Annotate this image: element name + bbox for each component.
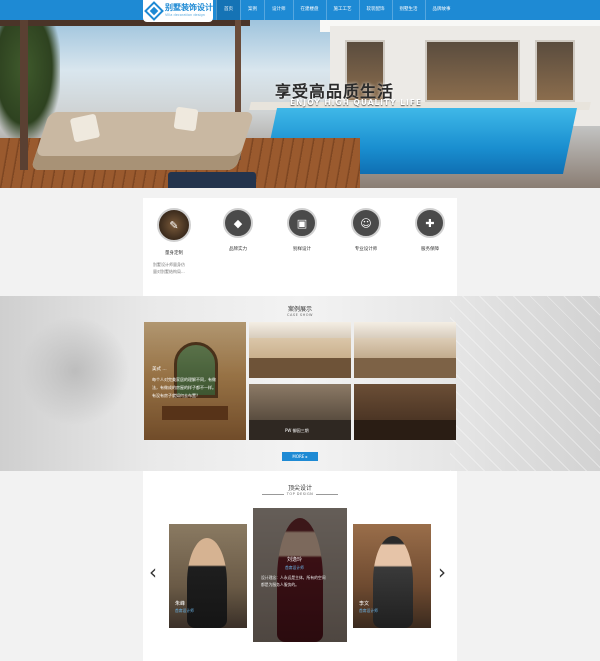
logo-text: 别墅装饰设计 Villa decoration design xyxy=(165,4,213,18)
service-label: 品牌实力 xyxy=(229,247,247,252)
designer-name: 李文 xyxy=(359,601,370,607)
case-thumb-floor xyxy=(249,358,351,378)
case-thumb-floor xyxy=(354,358,456,378)
case-featured-desc: 每个人对完美家居的理解不同，有做 法，有做成的房屋的样子都不一样。 有没有房子就… xyxy=(152,377,216,398)
shield-service-icon: ✚ xyxy=(415,208,445,238)
title-rule-right xyxy=(316,494,338,495)
service-label: 服务保障 xyxy=(421,247,439,252)
case-thumb-ceiling xyxy=(354,322,456,338)
designer-name: 朱峰 xyxy=(175,601,186,607)
case-thumb-2[interactable] xyxy=(354,322,456,378)
frame-design-icon: ▣ xyxy=(287,208,317,238)
service-design[interactable]: ▣ 别样设计 xyxy=(277,208,327,252)
case-thumb-4[interactable] xyxy=(354,384,456,440)
banner-coffee-table xyxy=(168,172,256,188)
nav-construction[interactable]: 施工工艺 xyxy=(325,0,359,20)
logo-diamond-icon xyxy=(144,1,164,21)
banner-window xyxy=(425,40,520,102)
designer-card-featured[interactable]: 刘逸玲 首席设计师 设计理念：人永远是主体，所有的空间 都是为服务人服务的。 xyxy=(253,508,347,642)
diamond-icon: ◆ xyxy=(223,208,253,238)
nav-decoration[interactable]: 软装配饰 xyxy=(358,0,392,20)
designer-photo xyxy=(187,538,227,628)
designer-role: 首席设计师 xyxy=(285,565,304,570)
logo-english: Villa decoration design xyxy=(165,13,205,18)
case-featured[interactable]: 美式 ... 每个人对完美家居的理解不同，有做 法，有做成的房屋的样子都不一样。… xyxy=(144,322,246,440)
service-designer[interactable]: ☺ 专业设计师 xyxy=(341,208,391,252)
nav-brand-story[interactable]: 品牌故事 xyxy=(424,0,458,20)
services-panel: ✎ 量身定制 别墅设计师量身仿 量对别墅结构局... ◆ 品牌实力 ▣ 别样设计… xyxy=(143,198,457,296)
service-label: 量身定制 xyxy=(165,251,183,256)
designer-card[interactable]: 朱峰 首席设计师 xyxy=(169,524,247,628)
banner-sofa xyxy=(30,112,255,170)
designer-card[interactable]: 李文 首席设计师 xyxy=(353,524,431,628)
banner-pergola-post xyxy=(20,20,28,170)
banner-subtitle: ENJOY HIGH QUALITY LIFE xyxy=(290,98,423,107)
designer-role: 首席设计师 xyxy=(359,608,378,613)
case-thumb-3[interactable]: PW 御园三期 xyxy=(249,384,351,440)
logo-chinese: 别墅装饰设计 xyxy=(165,3,213,13)
case-thumb-1[interactable] xyxy=(249,322,351,378)
custom-tailor-icon: ✎ xyxy=(157,208,191,242)
designer-role: 首席设计师 xyxy=(175,608,194,613)
banner-pillow xyxy=(173,106,199,132)
case-thumb-label: PW 御园三期 xyxy=(285,428,309,433)
nav-home[interactable]: 首页 xyxy=(216,0,240,20)
service-guarantee[interactable]: ✚ 服务保障 xyxy=(405,208,455,252)
designers-subtitle: TOP DESIGN xyxy=(286,492,314,496)
chevron-right-icon[interactable]: › xyxy=(438,562,446,582)
service-desc: 别墅设计师量身仿 量对别墅结构局... xyxy=(153,262,185,274)
nav-villa-life[interactable]: 别墅生活 xyxy=(391,0,425,20)
designers-title: 顶尖设计 xyxy=(287,485,312,492)
designer-name: 刘逸玲 xyxy=(287,557,303,563)
service-label: 别样设计 xyxy=(293,247,311,252)
designer-icon: ☺ xyxy=(351,208,381,238)
banner-window xyxy=(535,40,575,102)
more-button[interactable]: MORE ▸ xyxy=(282,452,318,461)
site-logo[interactable]: 别墅装饰设计 Villa decoration design xyxy=(143,0,213,22)
designer-desc: 设计理念：人永远是主体，所有的空间 都是为服务人服务的。 xyxy=(261,575,326,587)
case-subtitle: CASE SHOW xyxy=(287,313,313,317)
banner-pergola-beam xyxy=(0,20,250,26)
case-featured-caption: 美式 ... 每个人对完美家居的理解不同，有做 法，有做成的房屋的样子都不一样。… xyxy=(152,366,238,400)
top-header: 别墅装饰设计 Villa decoration design 首页 案例 设计师… xyxy=(0,0,600,22)
service-custom[interactable]: ✎ 量身定制 别墅设计师量身仿 量对别墅结构局... xyxy=(149,208,199,275)
service-brand[interactable]: ◆ 品牌实力 xyxy=(213,208,263,252)
case-background-blueprint xyxy=(450,296,600,471)
case-title: 案例展示 xyxy=(287,306,312,313)
designer-photo xyxy=(373,536,413,628)
nav-cases[interactable]: 案例 xyxy=(240,0,264,20)
main-nav: 首页 案例 设计师 在建楼盘 施工工艺 软装配饰 别墅生活 品牌故事 xyxy=(216,0,458,20)
hero-banner[interactable]: 享受高品质生活 ENJOY HIGH QUALITY LIFE xyxy=(0,20,600,188)
case-thumb-ceiling xyxy=(249,322,351,338)
case-background-hand xyxy=(20,316,130,426)
nav-designers[interactable]: 设计师 xyxy=(264,0,293,20)
case-thumb-floor xyxy=(354,420,456,440)
nav-projects[interactable]: 在建楼盘 xyxy=(292,0,326,20)
case-featured-name: 美式 ... xyxy=(152,367,167,372)
service-label: 专业设计师 xyxy=(354,247,378,252)
title-rule-left xyxy=(262,494,284,495)
chevron-left-icon[interactable]: ‹ xyxy=(149,562,157,582)
